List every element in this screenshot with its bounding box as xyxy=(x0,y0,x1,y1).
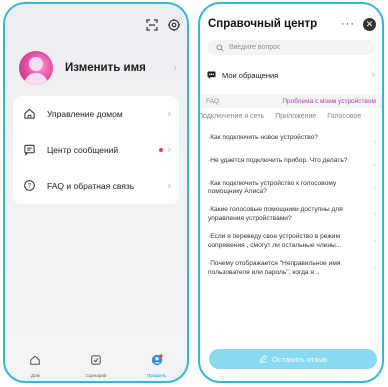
chevron-right-icon: › xyxy=(167,108,171,120)
chevron-right-icon: › xyxy=(167,180,171,192)
tab-home[interactable]: Дом xyxy=(10,353,60,378)
question-text: ·Как подключить устройство к голосовому … xyxy=(208,179,337,196)
leave-feedback-button[interactable]: Оставить отзыв xyxy=(209,349,377,369)
question-text: ·Почему отображается "Неправильное имя п… xyxy=(208,259,341,276)
menu-item-label: Центр сообщений xyxy=(47,145,119,155)
close-icon[interactable]: ✕ xyxy=(363,17,376,31)
list-item[interactable]: ·Как подключить устройство к голосовому … xyxy=(208,180,376,198)
page-title: Справочный центр xyxy=(208,18,318,30)
profile-icon xyxy=(151,353,163,371)
help-center-screen: Справочный центр ··· ✕ Введите вопрос Мо… xyxy=(198,2,384,383)
question-list: ·Как подключить новое устройство? › ·Не у… xyxy=(208,134,376,287)
profile-menu: Управление домом › Центр сообщений › ? F… xyxy=(13,96,179,204)
category-tabs: Подключение и сеть Приложение Голосовое xyxy=(200,113,382,127)
question-text: ·Как подключить новое устройство? xyxy=(208,134,318,141)
question-text: ·Не удается подключить прибор. Что делат… xyxy=(208,156,348,164)
unread-badge xyxy=(159,148,164,152)
list-item[interactable]: ·Какие голосовые помощники доступны для … xyxy=(208,206,376,224)
chevron-right-icon: › xyxy=(373,137,376,146)
faq-label: FAQ xyxy=(206,97,220,105)
header: Справочный центр ··· ✕ xyxy=(208,14,376,34)
my-requests-row[interactable]: Мои обращения › xyxy=(207,64,375,86)
list-item[interactable]: ·Не удается подключить прибор. Что делат… xyxy=(208,157,376,171)
scan-icon[interactable] xyxy=(145,18,159,32)
search-icon xyxy=(216,39,224,57)
faq-section-header: FAQ Проблема с моим устройством xyxy=(200,94,382,108)
scenario-icon xyxy=(90,353,102,371)
list-item[interactable]: ·Если я переведу свое устройство в режим… xyxy=(208,233,376,251)
tab-application[interactable]: Приложение xyxy=(275,113,316,127)
chevron-right-icon: › xyxy=(373,182,376,192)
home-tab-icon xyxy=(29,353,41,371)
search-input[interactable]: Введите вопрос xyxy=(207,40,375,55)
tab-scenario[interactable]: Сценарий xyxy=(71,353,121,378)
chevron-right-icon: › xyxy=(167,144,171,156)
menu-item-label: Управление домом xyxy=(47,109,123,119)
profile-screen: Изменить имя › Управление домом › Центр … xyxy=(3,2,189,383)
tab-label: Сценарий xyxy=(85,373,107,378)
chevron-right-icon: › xyxy=(373,159,376,169)
tab-voice[interactable]: Голосовое xyxy=(327,113,361,127)
search-placeholder: Введите вопрос xyxy=(229,44,281,51)
profile-name: Изменить имя xyxy=(65,62,146,74)
menu-item-faq-feedback[interactable]: ? FAQ и обратная связь › xyxy=(13,168,179,204)
tab-label: Дом xyxy=(30,373,40,378)
home-icon xyxy=(23,107,37,121)
tab-connection-network[interactable]: Подключение и сеть xyxy=(200,113,264,127)
svg-text:?: ? xyxy=(28,183,32,190)
message-icon xyxy=(23,143,37,157)
question-text: ·Если я переведу свое устройство в режим… xyxy=(208,233,342,250)
device-problem-link[interactable]: Проблема с моим устройством xyxy=(282,98,376,105)
requests-icon xyxy=(207,66,216,84)
tab-profile[interactable]: Профиль xyxy=(132,353,182,378)
chevron-right-icon: › xyxy=(373,262,376,272)
help-icon: ? xyxy=(23,179,37,193)
menu-item-home-management[interactable]: Управление домом › xyxy=(13,96,179,132)
top-toolbar xyxy=(145,18,181,32)
bottom-tab-bar: Дом Сценарий Профиль xyxy=(5,348,187,381)
more-icon[interactable]: ··· xyxy=(341,18,355,30)
settings-icon[interactable] xyxy=(167,18,181,32)
edit-icon xyxy=(259,350,268,368)
question-text: ·Какие голосовые помощники доступны для … xyxy=(208,206,343,223)
menu-item-label: FAQ и обратная связь xyxy=(47,181,135,191)
chevron-right-icon: › xyxy=(173,62,177,74)
menu-item-messages[interactable]: Центр сообщений › xyxy=(13,132,179,168)
profile-header[interactable]: Изменить имя › xyxy=(19,48,177,88)
chevron-right-icon: › xyxy=(373,209,376,219)
chevron-right-icon: › xyxy=(371,69,375,81)
my-requests-label: Мои обращения xyxy=(222,70,279,80)
feedback-label: Оставить отзыв xyxy=(272,354,327,364)
tab-label: Профиль xyxy=(146,373,167,378)
list-item[interactable]: ·Как подключить новое устройство? › xyxy=(208,134,376,148)
chevron-right-icon: › xyxy=(373,236,376,246)
avatar[interactable] xyxy=(19,51,53,85)
list-item[interactable]: ·Почему отображается "Неправильное имя п… xyxy=(208,260,376,278)
